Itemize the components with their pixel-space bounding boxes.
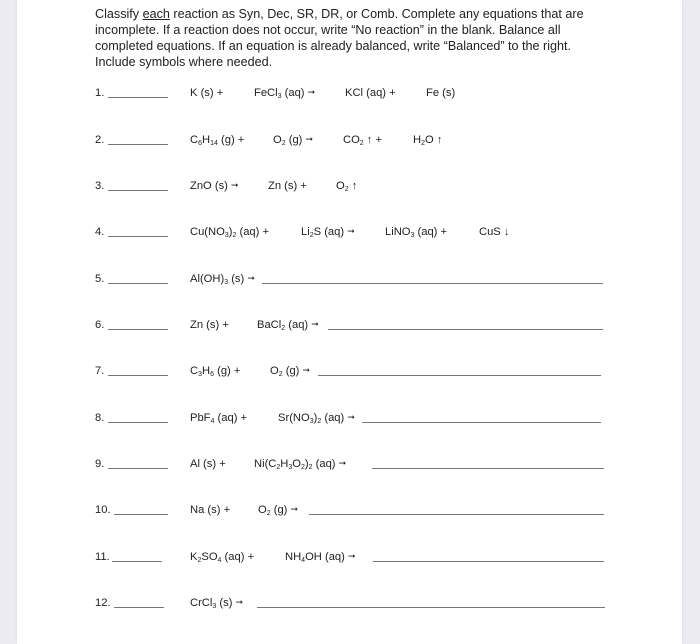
reaction-term: BaCl2 (aq) ➞ [257, 317, 319, 333]
reaction-row-4: 4. Cu(NO3)2 (aq) + Li2S (aq) ➞ LiNO3 (aq) +… [17, 224, 682, 242]
classification-blank[interactable] [114, 607, 164, 608]
reaction-term: Cu(NO3)2 (aq) + [190, 226, 270, 239]
reaction-row-1: 1. K (s) + FeCl3 (aq) ➞ KCl (aq) + Fe (s) [17, 85, 682, 103]
reaction-number: 6. [95, 319, 105, 331]
reaction-term: C6H14 (g) + [190, 134, 245, 147]
reaction-row-2: 2. C6H14 (g) + O2 (g) ➞ CO2 ↑ + H2O ↑ [17, 132, 682, 150]
reaction-term: Li2S (aq) ➞ [301, 224, 355, 240]
reaction-term: Al (s) + [190, 458, 226, 470]
classification-blank[interactable] [108, 144, 168, 145]
reaction-term: Na (s) + [190, 504, 231, 516]
instructions-emphasis: each [142, 7, 170, 21]
reaction-term: KCl (aq) + [345, 87, 396, 99]
reaction-term: CuS ↓ [479, 226, 510, 238]
reaction-term: CrCl3 (s) ➞ [190, 595, 243, 611]
yields-arrow-icon: ➞ [290, 504, 299, 514]
reaction-number: 5. [95, 273, 105, 285]
yields-arrow-icon: ➞ [231, 180, 239, 190]
yields-arrow-icon: ➞ [311, 319, 319, 329]
reaction-term: FeCl3 (aq) ➞ [254, 85, 315, 101]
reaction-term: ZnO (s) ➞ [190, 178, 239, 194]
yields-arrow-icon: ➞ [347, 226, 355, 236]
instructions-text-start: Classify [95, 7, 143, 21]
reaction-row-9: 9. Al (s) + Ni(C2H3O2)2 (aq) ➞ [17, 456, 682, 474]
reaction-term: PbF4 (aq) + [190, 412, 248, 425]
yields-arrow-icon: ➞ [307, 87, 316, 97]
reaction-term: Ni(C2H3O2)2 (aq) ➞ [254, 456, 346, 472]
products-answer-line[interactable] [262, 283, 603, 284]
yields-arrow-icon: ➞ [338, 458, 347, 468]
yields-arrow-icon: ➞ [305, 134, 314, 144]
yields-arrow-icon: ➞ [302, 365, 311, 375]
products-answer-line[interactable] [373, 561, 604, 562]
reaction-term: Zn (s) + [268, 180, 307, 192]
reaction-term: Sr(NO3)2 (aq) ➞ [278, 410, 355, 426]
classification-blank[interactable] [108, 236, 168, 237]
reaction-term: Al(OH)3 (s) ➞ [190, 271, 255, 287]
products-answer-line[interactable] [362, 422, 601, 423]
classification-blank[interactable] [108, 422, 168, 423]
reaction-number: 11. [95, 551, 110, 563]
reaction-row-3: 3. ZnO (s) ➞ Zn (s) + O2 ↑ [17, 178, 682, 196]
reaction-term: Fe (s) [426, 87, 456, 99]
reaction-term: K (s) + [190, 87, 224, 99]
reaction-number: 2. [95, 134, 105, 146]
reaction-number: 1. [95, 87, 105, 99]
reaction-term: LiNO3 (aq) + [385, 226, 448, 239]
reaction-term: K2SO4 (aq) + [190, 551, 255, 564]
yields-arrow-icon: ➞ [247, 273, 255, 283]
reaction-number: 9. [95, 458, 105, 470]
classification-blank[interactable] [108, 97, 168, 98]
instructions: Classify each reaction as Syn, Dec, SR, … [95, 7, 610, 71]
products-answer-line[interactable] [328, 329, 603, 330]
reaction-term: O2 ↑ [336, 180, 358, 193]
reaction-term: Zn (s) + [190, 319, 229, 331]
classification-blank[interactable] [114, 514, 168, 515]
classification-blank[interactable] [108, 190, 168, 191]
reaction-term: H2O ↑ [413, 134, 443, 147]
reaction-row-5: 5. Al(OH)3 (s) ➞ [17, 271, 682, 289]
reaction-row-6: 6. Zn (s) + BaCl2 (aq) ➞ [17, 317, 682, 335]
reaction-row-8: 8. PbF4 (aq) + Sr(NO3)2 (aq) ➞ [17, 410, 682, 428]
reaction-term: C3H6 (g) + [190, 365, 241, 378]
reaction-number: 7. [95, 365, 105, 377]
products-answer-line[interactable] [372, 468, 604, 469]
reaction-number: 12. [95, 597, 111, 609]
reaction-row-7: 7. C3H6 (g) + O2 (g) ➞ [17, 363, 682, 381]
reaction-term: O2 (g) ➞ [270, 363, 310, 379]
reaction-number: 4. [95, 226, 105, 238]
reaction-term: O2 (g) ➞ [258, 502, 298, 518]
yields-arrow-icon: ➞ [347, 412, 355, 422]
products-answer-line[interactable] [318, 375, 601, 376]
classification-blank[interactable] [108, 375, 168, 376]
reaction-row-12: 12. CrCl3 (s) ➞ [17, 595, 682, 613]
reaction-number: 3. [95, 180, 105, 192]
reaction-term: O2 (g) ➞ [273, 132, 313, 148]
classification-blank[interactable] [108, 283, 168, 284]
yields-arrow-icon: ➞ [235, 597, 244, 607]
classification-blank[interactable] [108, 468, 168, 469]
classification-blank[interactable] [112, 561, 162, 562]
reaction-number: 8. [95, 412, 105, 424]
reaction-number: 10. [95, 504, 111, 516]
reaction-row-10: 10. Na (s) + O2 (g) ➞ [17, 502, 682, 520]
products-answer-line[interactable] [309, 514, 604, 515]
reaction-term: NH4OH (aq) ➞ [285, 549, 356, 565]
classification-blank[interactable] [108, 329, 168, 330]
reaction-row-11: 11. K2SO4 (aq) + NH4OH (aq) ➞ [17, 549, 682, 567]
yields-arrow-icon: ➞ [347, 551, 356, 561]
worksheet-page: Classify each reaction as Syn, Dec, SR, … [17, 0, 682, 644]
products-answer-line[interactable] [257, 607, 605, 608]
reaction-term: CO2 ↑ + [343, 134, 383, 147]
